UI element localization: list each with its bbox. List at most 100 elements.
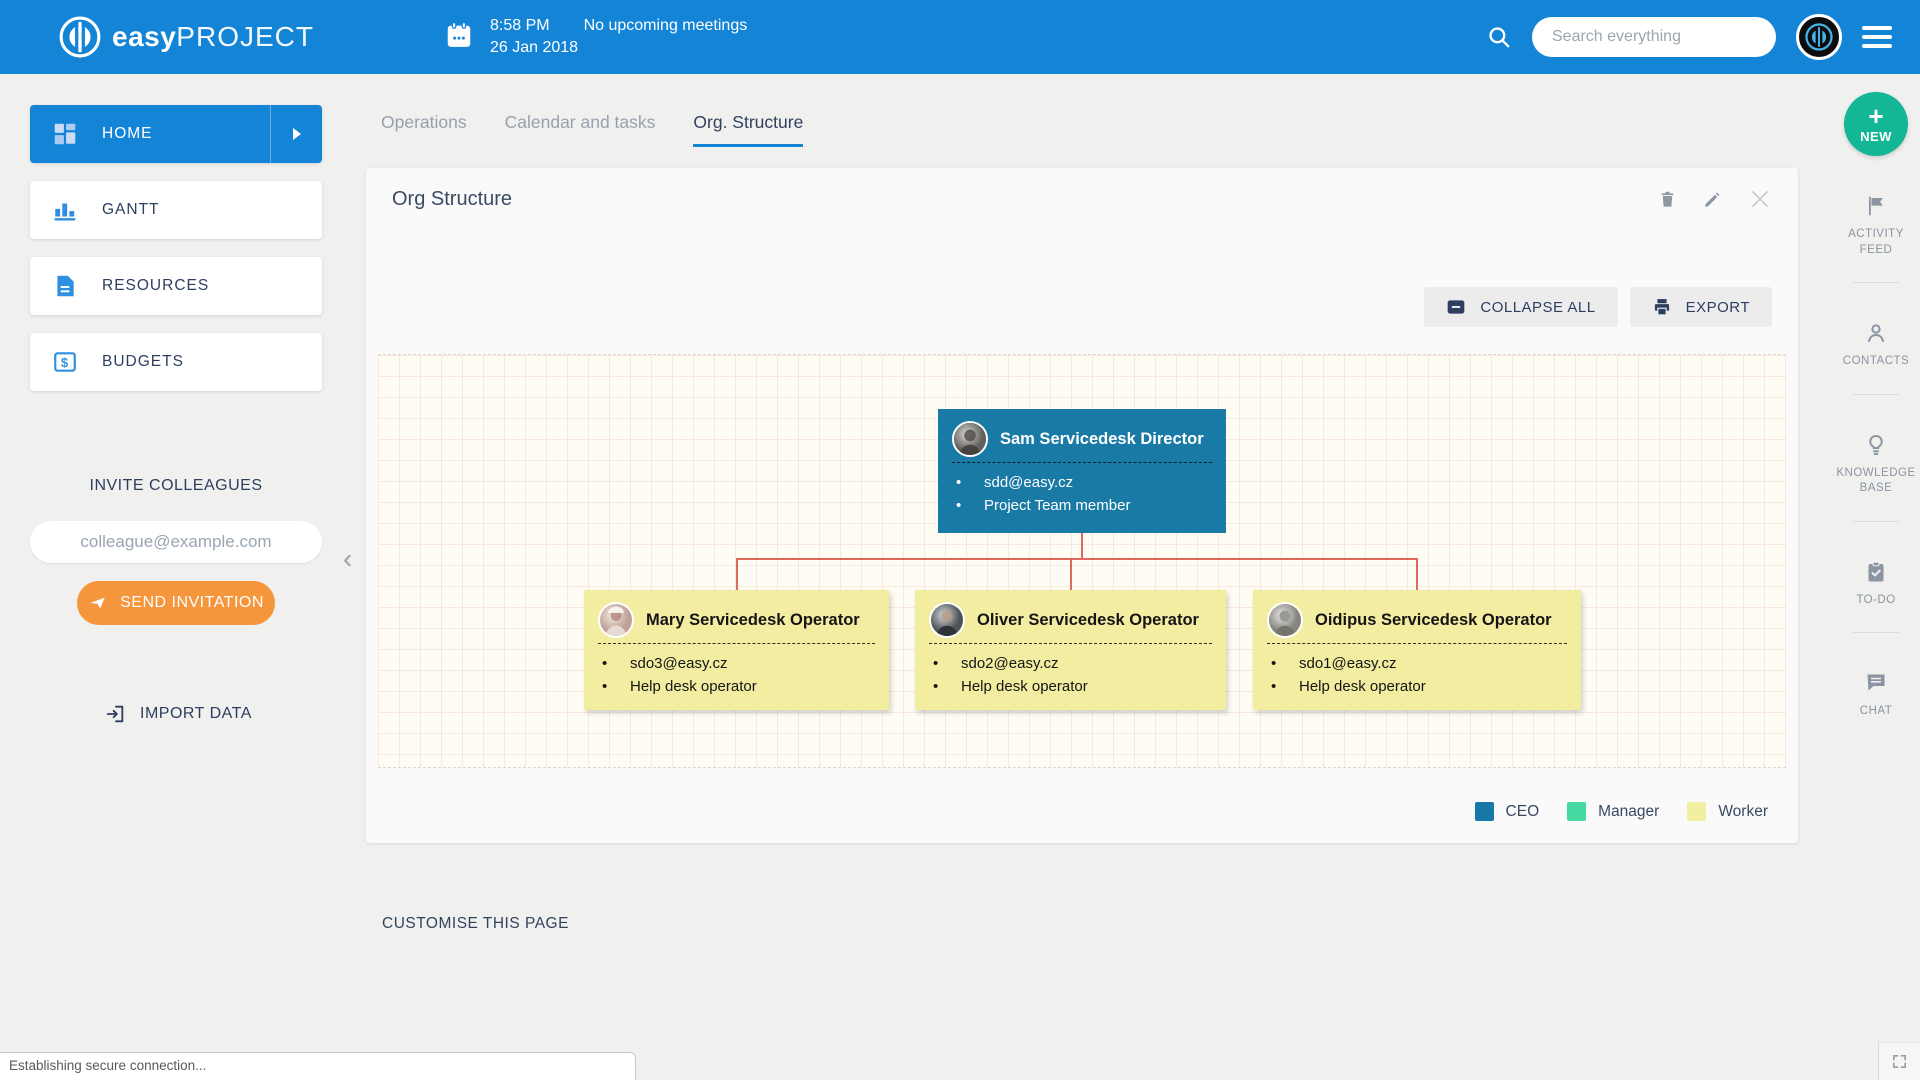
trash-icon[interactable] bbox=[1658, 190, 1677, 209]
rightbar-item-label: KNOWLEDGE BASE bbox=[1832, 466, 1920, 497]
gantt-chart-icon bbox=[52, 197, 78, 223]
sidebar-collapse-chevron[interactable]: ‹ bbox=[343, 545, 352, 573]
rightbar-item-activity-feed[interactable]: ACTIVITY FEED bbox=[1832, 194, 1920, 258]
close-icon[interactable] bbox=[1748, 187, 1772, 211]
sidebar-item-label: HOME bbox=[102, 125, 153, 143]
org-node-role: Project Team member bbox=[984, 497, 1130, 514]
easyproject-logo-icon bbox=[58, 15, 102, 59]
clipboard-check-icon bbox=[1864, 560, 1888, 584]
search-input[interactable] bbox=[1532, 17, 1776, 57]
bullet: • bbox=[956, 474, 964, 491]
rightbar-item-contacts[interactable]: CONTACTS bbox=[1832, 321, 1920, 370]
org-node-email: sdd@easy.cz bbox=[984, 474, 1073, 491]
tab-calendar-and-tasks[interactable]: Calendar and tasks bbox=[505, 112, 656, 147]
send-invitation-label: SEND INVITATION bbox=[120, 594, 264, 612]
export-button[interactable]: EXPORT bbox=[1630, 287, 1772, 327]
rightbar-item-chat[interactable]: CHAT bbox=[1832, 671, 1920, 720]
org-chart-canvas[interactable]: Sam Servicedesk Director •sdd@easy.cz •P… bbox=[378, 354, 1786, 768]
bullet: • bbox=[602, 655, 610, 672]
invite-email-input[interactable] bbox=[30, 521, 322, 563]
org-structure-panel: Org Structure bbox=[366, 168, 1798, 843]
legend-label: CEO bbox=[1506, 803, 1540, 821]
calendar-icon bbox=[444, 20, 474, 50]
printer-icon bbox=[1652, 297, 1672, 317]
import-data-link[interactable]: IMPORT DATA bbox=[104, 703, 352, 725]
avatar bbox=[952, 421, 988, 457]
org-node-worker[interactable]: Oidipus Servicedesk Operator • sdo1@easy.… bbox=[1253, 590, 1581, 710]
chevron-right-icon bbox=[291, 127, 303, 141]
left-sidebar: HOME GANTT RESOURCES $ BUDGETS bbox=[0, 74, 352, 1080]
divider bbox=[929, 643, 1212, 644]
brand-text: easyPROJECT bbox=[112, 21, 314, 53]
brand-bold: easy bbox=[112, 21, 176, 52]
rightbar-item-knowledge-base[interactable]: KNOWLEDGE BASE bbox=[1832, 433, 1920, 497]
customise-page-link[interactable]: CUSTOMISE THIS PAGE bbox=[382, 915, 569, 933]
avatar bbox=[598, 602, 634, 638]
sidebar-item-gantt[interactable]: GANTT bbox=[30, 181, 322, 239]
org-node-name: Mary Servicedesk Operator bbox=[646, 611, 860, 630]
flag-icon bbox=[1864, 194, 1888, 218]
rightbar-item-label: CONTACTS bbox=[1843, 354, 1909, 370]
sidebar-item-resources[interactable]: RESOURCES bbox=[30, 257, 322, 315]
collapse-all-button[interactable]: COLLAPSE ALL bbox=[1424, 287, 1617, 327]
tab-operations[interactable]: Operations bbox=[381, 112, 467, 147]
invite-heading: INVITE COLLEAGUES bbox=[0, 477, 352, 495]
document-icon bbox=[52, 273, 78, 299]
svg-text:$: $ bbox=[61, 355, 69, 370]
legend-swatch-manager bbox=[1567, 802, 1586, 821]
legend-swatch-worker bbox=[1687, 802, 1706, 821]
collapse-all-label: COLLAPSE ALL bbox=[1480, 299, 1595, 316]
tab-org-structure[interactable]: Org. Structure bbox=[693, 112, 803, 147]
bullet: • bbox=[933, 678, 941, 695]
menu-icon[interactable] bbox=[1862, 26, 1892, 48]
rightbar-item-todo[interactable]: TO-DO bbox=[1832, 560, 1920, 609]
org-node-ceo[interactable]: Sam Servicedesk Director •sdd@easy.cz •P… bbox=[938, 409, 1226, 533]
bullet: • bbox=[933, 655, 941, 672]
org-node-role: Help desk operator bbox=[1299, 678, 1426, 695]
legend-swatch-ceo bbox=[1475, 802, 1494, 821]
send-invitation-button[interactable]: SEND INVITATION bbox=[77, 581, 275, 625]
submenu-expand-arrow[interactable] bbox=[270, 105, 322, 163]
edit-pencil-icon[interactable] bbox=[1703, 190, 1722, 209]
divider bbox=[1853, 521, 1899, 522]
org-node-name: Oidipus Servicedesk Operator bbox=[1315, 611, 1552, 630]
fullscreen-toggle[interactable] bbox=[1878, 1042, 1920, 1080]
rightbar-item-label: TO-DO bbox=[1856, 593, 1895, 609]
page-tabs: Operations Calendar and tasks Org. Struc… bbox=[366, 74, 1832, 147]
sidebar-item-label: RESOURCES bbox=[102, 277, 209, 295]
avatar bbox=[1267, 602, 1303, 638]
main-content: Operations Calendar and tasks Org. Struc… bbox=[352, 74, 1832, 1080]
divider bbox=[952, 462, 1212, 463]
app-logo[interactable]: easyPROJECT bbox=[58, 15, 314, 59]
new-button[interactable]: + NEW bbox=[1844, 92, 1908, 156]
avatar bbox=[929, 602, 965, 638]
org-node-role: Help desk operator bbox=[630, 678, 757, 695]
org-node-worker[interactable]: Mary Servicedesk Operator •sdo3@easy.cz … bbox=[584, 590, 889, 710]
org-legend: CEO Manager Worker bbox=[366, 802, 1798, 843]
org-connector bbox=[736, 558, 1416, 560]
dollar-icon: $ bbox=[52, 349, 78, 375]
divider bbox=[1853, 282, 1899, 283]
sidebar-item-budgets[interactable]: $ BUDGETS bbox=[30, 333, 322, 391]
bullet: • bbox=[956, 497, 964, 514]
legend-item-manager: Manager bbox=[1567, 802, 1659, 821]
org-node-email: sdo1@easy.cz bbox=[1299, 655, 1397, 672]
status-message: Establishing secure connection... bbox=[9, 1058, 206, 1073]
sidebar-item-home[interactable]: HOME bbox=[30, 105, 322, 163]
search-icon[interactable] bbox=[1486, 24, 1512, 50]
org-node-email: sdo3@easy.cz bbox=[630, 655, 728, 672]
collapse-icon bbox=[1446, 297, 1466, 317]
bullet: • bbox=[602, 678, 610, 695]
org-connector bbox=[736, 558, 738, 590]
new-button-label: NEW bbox=[1860, 129, 1892, 144]
import-data-label: IMPORT DATA bbox=[140, 705, 252, 723]
meeting-widget[interactable]: 8:58 PM No upcoming meetings 26 Jan 2018 bbox=[444, 17, 747, 57]
org-connector bbox=[1070, 558, 1072, 590]
bullet: • bbox=[1271, 678, 1279, 695]
divider bbox=[1853, 632, 1899, 633]
lightbulb-icon bbox=[1864, 433, 1888, 457]
org-node-worker[interactable]: Oliver Servicedesk Operator •sdo2@easy.c… bbox=[915, 590, 1226, 710]
legend-item-worker: Worker bbox=[1687, 802, 1768, 821]
user-avatar[interactable] bbox=[1796, 14, 1842, 60]
export-label: EXPORT bbox=[1686, 299, 1750, 316]
